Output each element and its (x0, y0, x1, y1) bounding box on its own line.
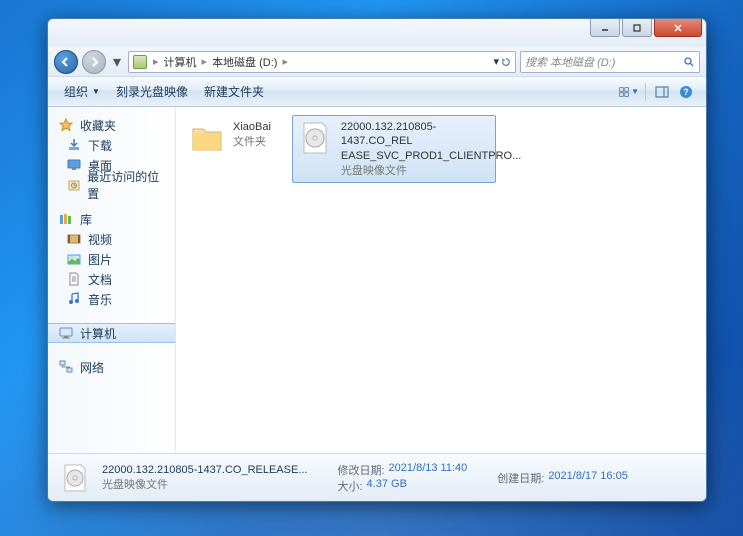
video-icon (66, 231, 82, 247)
iso-file[interactable]: 22000.132.210805-1437.CO_REL EASE_SVC_PR… (292, 115, 496, 183)
status-created-label: 创建日期: (497, 470, 544, 486)
sidebar-favorites[interactable]: 收藏夹 (48, 115, 175, 135)
libraries-icon (58, 211, 74, 227)
toolbar: 组织▼ 刻录光盘映像 新建文件夹 ▼ ? (48, 77, 706, 107)
status-filetype: 光盘映像文件 (102, 476, 307, 492)
details-pane: 22000.132.210805-1437.CO_RELEASE... 光盘映像… (48, 453, 706, 501)
maximize-button[interactable] (622, 19, 652, 37)
burn-iso-button[interactable]: 刻录光盘映像 (108, 81, 196, 103)
sidebar-documents[interactable]: 文档 (48, 269, 175, 289)
status-size-value: 4.37 GB (367, 478, 407, 494)
title-bar (48, 19, 706, 47)
music-icon (66, 291, 82, 307)
address-dropdown-icon[interactable]: ▾ (493, 55, 499, 68)
status-modified-value: 2021/8/13 11:40 (389, 462, 468, 478)
view-options-button[interactable]: ▼ (619, 82, 639, 102)
star-icon (58, 117, 74, 133)
pictures-icon (66, 251, 82, 267)
refresh-icon[interactable] (501, 57, 511, 67)
sidebar-videos[interactable]: 视频 (48, 229, 175, 249)
sidebar-downloads[interactable]: 下载 (48, 135, 175, 155)
breadcrumb-computer[interactable]: 计算机 (161, 54, 200, 70)
status-modified-label: 修改日期: (337, 462, 384, 478)
documents-icon (66, 271, 82, 287)
download-icon (66, 137, 82, 153)
desktop-icon (66, 157, 82, 173)
search-icon (683, 56, 695, 68)
recent-icon (66, 177, 81, 193)
status-size-label: 大小: (337, 478, 362, 494)
explorer-window: ▾ ▸ 计算机 ▸ 本地磁盘 (D:) ▸ ▾ 搜索 本地磁盘 (D:) 组织▼… (47, 18, 707, 502)
sidebar-computer[interactable]: 计算机 (48, 323, 175, 343)
search-placeholder: 搜索 本地磁盘 (D:) (525, 54, 615, 70)
history-dropdown[interactable]: ▾ (110, 52, 124, 72)
sidebar-libraries[interactable]: 库 (48, 209, 175, 229)
file-type: 文件夹 (233, 135, 271, 149)
sidebar: 收藏夹 下载 桌面 最近访问的位置 库 视频 图片 文档 音乐 计算机 网络 (48, 107, 176, 453)
nav-bar: ▾ ▸ 计算机 ▸ 本地磁盘 (D:) ▸ ▾ 搜索 本地磁盘 (D:) (48, 47, 706, 77)
address-bar[interactable]: ▸ 计算机 ▸ 本地磁盘 (D:) ▸ ▾ (128, 51, 516, 73)
folder-xiaobai[interactable]: XiaoBai 文件夹 (184, 115, 276, 161)
new-folder-button[interactable]: 新建文件夹 (196, 81, 272, 103)
sidebar-recent[interactable]: 最近访问的位置 (48, 175, 175, 195)
preview-pane-button[interactable] (652, 82, 672, 102)
disc-image-icon (58, 461, 92, 495)
minimize-button[interactable] (590, 19, 620, 37)
breadcrumb-drive[interactable]: 本地磁盘 (D:) (209, 54, 280, 70)
search-input[interactable]: 搜索 本地磁盘 (D:) (520, 51, 700, 73)
svg-text:?: ? (683, 87, 689, 97)
file-type: 光盘映像文件 (341, 164, 491, 178)
sidebar-pictures[interactable]: 图片 (48, 249, 175, 269)
status-created-value: 2021/8/17 16:05 (548, 470, 628, 486)
computer-icon (58, 325, 74, 341)
forward-button[interactable] (82, 50, 106, 74)
folder-icon (189, 120, 225, 156)
network-icon (58, 359, 74, 375)
file-name-line1: 22000.132.210805-1437.CO_REL (341, 120, 491, 149)
drive-icon (133, 55, 147, 69)
close-button[interactable] (654, 19, 702, 37)
disc-image-icon (297, 120, 333, 156)
sidebar-music[interactable]: 音乐 (48, 289, 175, 309)
sidebar-network[interactable]: 网络 (48, 357, 175, 377)
file-name-line2: EASE_SVC_PROD1_CLIENTPRO... (341, 149, 491, 163)
file-name: XiaoBai (233, 120, 271, 134)
file-list[interactable]: XiaoBai 文件夹 22000.132.210805-1437.CO_REL… (176, 107, 706, 453)
status-filename: 22000.132.210805-1437.CO_RELEASE... (102, 464, 307, 476)
help-button[interactable]: ? (676, 82, 696, 102)
back-button[interactable] (54, 50, 78, 74)
organize-button[interactable]: 组织▼ (56, 81, 108, 103)
